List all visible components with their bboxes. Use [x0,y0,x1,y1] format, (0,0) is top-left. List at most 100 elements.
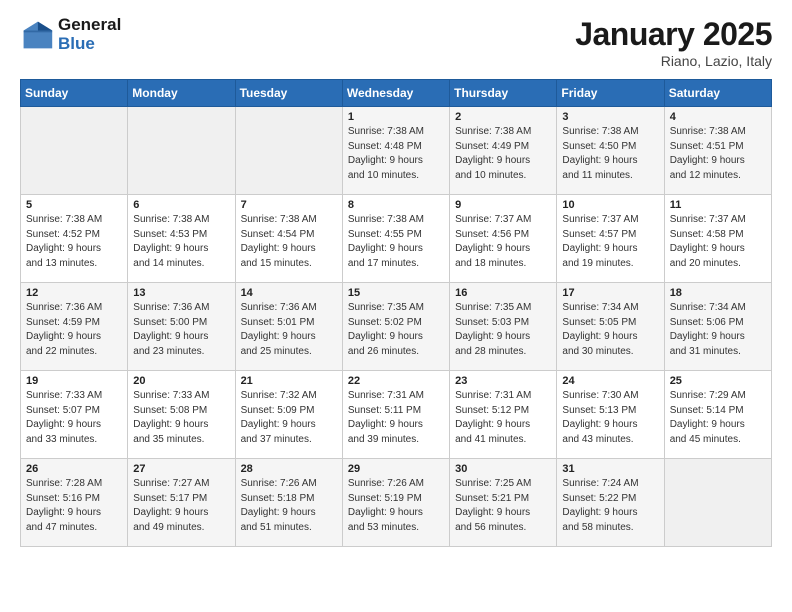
day-number: 21 [241,375,337,387]
calendar-cell: 1Sunrise: 7:38 AM Sunset: 4:48 PM Daylig… [342,107,449,195]
day-info: Sunrise: 7:26 AM Sunset: 5:19 PM Dayligh… [348,477,444,535]
day-number: 23 [455,375,551,387]
calendar-cell: 18 Sunrise: 7:34 AM Sunset: 5:06 PM Dayli… [664,283,771,371]
calendar-cell: 12Sunrise: 7:36 AM Sunset: 4:59 PM Dayli… [21,283,128,371]
day-info: Sunrise: 7:36 AM Sunset: 5:00 PM Dayligh… [133,301,229,359]
day-number: 17 [562,287,658,299]
day-info: Sunrise: 7:37 AM Sunset: 4:56 PM Dayligh… [455,213,551,271]
day-number: 15 [348,287,444,299]
header: General Blue January 2025 Riano, Lazio, … [20,16,772,69]
day-info: Sunrise: 7:26 AM Sunset: 5:18 PM Dayligh… [241,477,337,535]
calendar-cell: 22 Sunrise: 7:31 AM Sunset: 5:11 PM Dayli… [342,371,449,459]
calendar-cell: 19Sunrise: 7:33 AM Sunset: 5:07 PM Dayli… [21,371,128,459]
day-number: 11 [670,199,766,211]
calendar-cell: 6 Sunrise: 7:38 AM Sunset: 4:53 PM Daylig… [128,195,235,283]
calendar-cell: 31 Sunrise: 7:24 AM Sunset: 5:22 PM Dayli… [557,459,664,547]
day-info: Sunrise: 7:27 AM Sunset: 5:17 PM Dayligh… [133,477,229,535]
day-info: Sunrise: 7:38 AM Sunset: 4:53 PM Dayligh… [133,213,229,271]
day-info: Sunrise: 7:37 AM Sunset: 4:58 PM Dayligh… [670,213,766,271]
day-info: Sunrise: 7:36 AM Sunset: 5:01 PM Dayligh… [241,301,337,359]
day-info: Sunrise: 7:38 AM Sunset: 4:50 PM Dayligh… [562,125,658,183]
day-number: 6 [133,199,229,211]
day-number: 20 [133,375,229,387]
calendar-cell: 2 Sunrise: 7:38 AM Sunset: 4:49 PM Daylig… [450,107,557,195]
day-number: 25 [670,375,766,387]
day-info: Sunrise: 7:38 AM Sunset: 4:55 PM Dayligh… [348,213,444,271]
day-info: Sunrise: 7:38 AM Sunset: 4:51 PM Dayligh… [670,125,766,183]
calendar-cell: 9 Sunrise: 7:37 AM Sunset: 4:56 PM Daylig… [450,195,557,283]
day-info: Sunrise: 7:24 AM Sunset: 5:22 PM Dayligh… [562,477,658,535]
day-info: Sunrise: 7:32 AM Sunset: 5:09 PM Dayligh… [241,389,337,447]
calendar-table: SundayMondayTuesdayWednesdayThursdayFrid… [20,79,772,547]
logo-text: General Blue [58,16,121,53]
page: General Blue January 2025 Riano, Lazio, … [0,0,792,557]
day-number: 7 [241,199,337,211]
calendar-cell [128,107,235,195]
calendar-cell [664,459,771,547]
day-info: Sunrise: 7:38 AM Sunset: 4:54 PM Dayligh… [241,213,337,271]
day-number: 9 [455,199,551,211]
weekday-header-monday: Monday [128,80,235,107]
weekday-header-sunday: Sunday [21,80,128,107]
calendar-cell: 10 Sunrise: 7:37 AM Sunset: 4:57 PM Dayli… [557,195,664,283]
day-info: Sunrise: 7:31 AM Sunset: 5:11 PM Dayligh… [348,389,444,447]
day-info: Sunrise: 7:36 AM Sunset: 4:59 PM Dayligh… [26,301,122,359]
day-number: 14 [241,287,337,299]
day-info: Sunrise: 7:37 AM Sunset: 4:57 PM Dayligh… [562,213,658,271]
day-number: 2 [455,111,551,123]
calendar-cell: 13 Sunrise: 7:36 AM Sunset: 5:00 PM Dayli… [128,283,235,371]
day-info: Sunrise: 7:34 AM Sunset: 5:05 PM Dayligh… [562,301,658,359]
day-number: 19 [26,375,122,387]
day-number: 29 [348,463,444,475]
weekday-header-wednesday: Wednesday [342,80,449,107]
month-title: January 2025 [575,16,772,53]
calendar-cell: 17 Sunrise: 7:34 AM Sunset: 5:05 PM Dayli… [557,283,664,371]
calendar-cell [235,107,342,195]
week-row-2: 5 Sunrise: 7:38 AM Sunset: 4:52 PM Daylig… [21,195,772,283]
calendar-cell: 24Sunrise: 7:30 AM Sunset: 5:13 PM Dayli… [557,371,664,459]
day-number: 22 [348,375,444,387]
calendar-cell: 25 Sunrise: 7:29 AM Sunset: 5:14 PM Dayli… [664,371,771,459]
day-info: Sunrise: 7:28 AM Sunset: 5:16 PM Dayligh… [26,477,122,535]
calendar-cell: 4 Sunrise: 7:38 AM Sunset: 4:51 PM Daylig… [664,107,771,195]
calendar-cell: 15Sunrise: 7:35 AM Sunset: 5:02 PM Dayli… [342,283,449,371]
day-number: 28 [241,463,337,475]
calendar-cell: 26 Sunrise: 7:28 AM Sunset: 5:16 PM Dayli… [21,459,128,547]
day-info: Sunrise: 7:38 AM Sunset: 4:48 PM Dayligh… [348,125,444,183]
calendar-cell: 23Sunrise: 7:31 AM Sunset: 5:12 PM Dayli… [450,371,557,459]
day-number: 31 [562,463,658,475]
day-info: Sunrise: 7:35 AM Sunset: 5:03 PM Dayligh… [455,301,551,359]
day-info: Sunrise: 7:29 AM Sunset: 5:14 PM Dayligh… [670,389,766,447]
day-number: 27 [133,463,229,475]
calendar-cell: 30 Sunrise: 7:25 AM Sunset: 5:21 PM Dayli… [450,459,557,547]
day-number: 18 [670,287,766,299]
day-number: 8 [348,199,444,211]
calendar-cell: 21 Sunrise: 7:32 AM Sunset: 5:09 PM Dayli… [235,371,342,459]
day-info: Sunrise: 7:25 AM Sunset: 5:21 PM Dayligh… [455,477,551,535]
day-info: Sunrise: 7:34 AM Sunset: 5:06 PM Dayligh… [670,301,766,359]
calendar-cell: 28 Sunrise: 7:26 AM Sunset: 5:18 PM Dayli… [235,459,342,547]
day-number: 30 [455,463,551,475]
calendar-cell: 29 Sunrise: 7:26 AM Sunset: 5:19 PM Dayli… [342,459,449,547]
day-info: Sunrise: 7:38 AM Sunset: 4:49 PM Dayligh… [455,125,551,183]
week-row-3: 12Sunrise: 7:36 AM Sunset: 4:59 PM Dayli… [21,283,772,371]
weekday-header-saturday: Saturday [664,80,771,107]
calendar-cell: 8 Sunrise: 7:38 AM Sunset: 4:55 PM Daylig… [342,195,449,283]
day-number: 26 [26,463,122,475]
logo-blue: Blue [58,35,121,54]
location: Riano, Lazio, Italy [575,53,772,69]
day-number: 3 [562,111,658,123]
weekday-header-tuesday: Tuesday [235,80,342,107]
calendar-cell [21,107,128,195]
day-number: 13 [133,287,229,299]
day-number: 4 [670,111,766,123]
day-info: Sunrise: 7:33 AM Sunset: 5:08 PM Dayligh… [133,389,229,447]
day-number: 24 [562,375,658,387]
week-row-5: 26 Sunrise: 7:28 AM Sunset: 5:16 PM Dayli… [21,459,772,547]
day-number: 16 [455,287,551,299]
day-number: 10 [562,199,658,211]
day-info: Sunrise: 7:38 AM Sunset: 4:52 PM Dayligh… [26,213,122,271]
day-number: 5 [26,199,122,211]
calendar-cell: 16 Sunrise: 7:35 AM Sunset: 5:03 PM Dayli… [450,283,557,371]
calendar-cell: 14 Sunrise: 7:36 AM Sunset: 5:01 PM Dayli… [235,283,342,371]
